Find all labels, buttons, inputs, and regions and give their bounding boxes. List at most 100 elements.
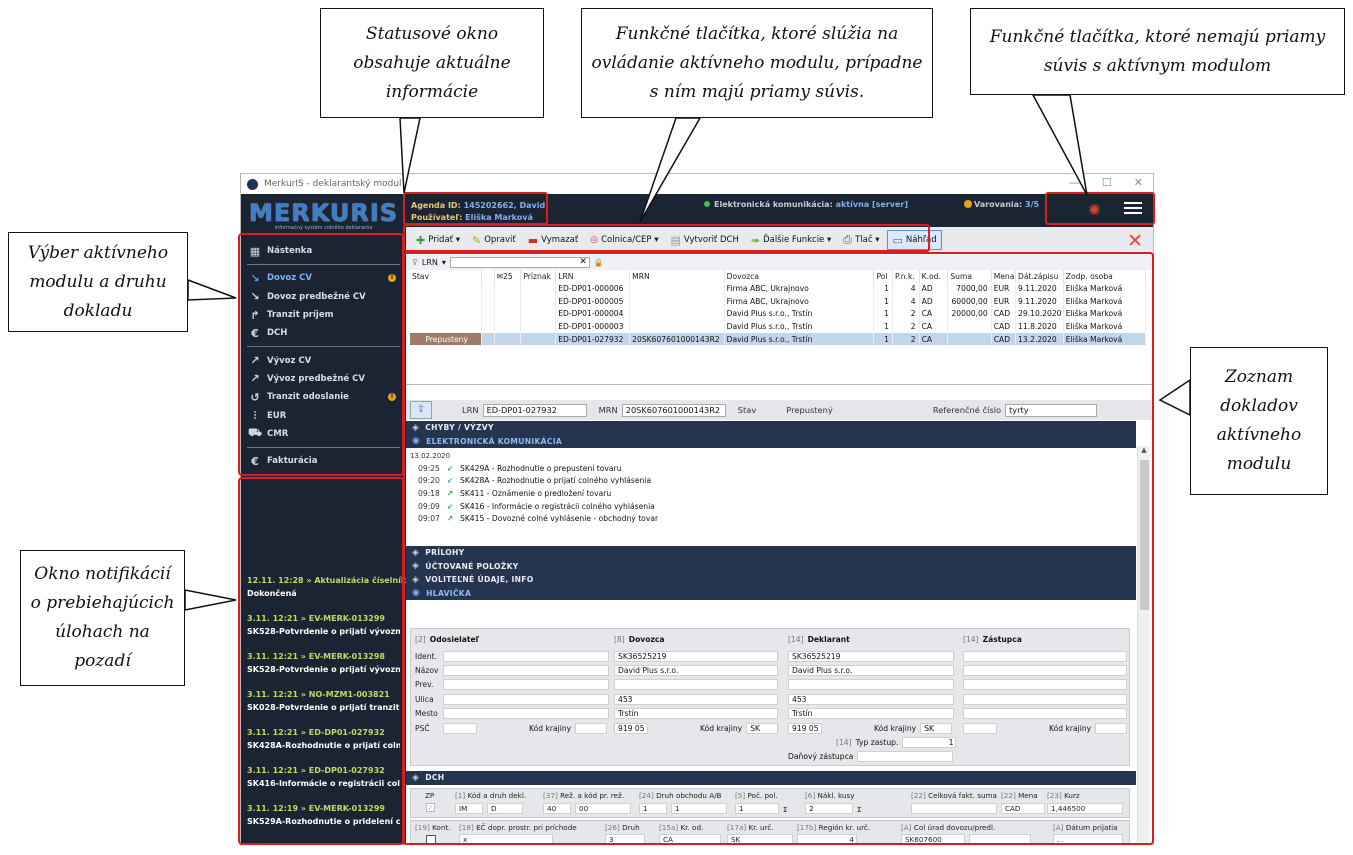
dispatch-country-field[interactable]: CA: [659, 834, 721, 844]
column-header[interactable]: Stav: [410, 270, 483, 282]
column-header[interactable]: [481, 270, 495, 282]
add-button[interactable]: ✚ Pridať ▾: [412, 230, 464, 250]
sender-prev-field[interactable]: [443, 679, 609, 691]
zp-checkbox-icon[interactable]: ✓: [426, 803, 435, 812]
section-items[interactable]: ◈ ÚČTOVANÉ POLOŽKY: [406, 559, 1136, 573]
representation-type-field[interactable]: 1: [902, 737, 957, 749]
importer-prev-field[interactable]: [614, 679, 778, 691]
upload-icon[interactable]: ⇪: [410, 401, 432, 419]
representative-name-field[interactable]: [963, 665, 1127, 677]
column-header[interactable]: LRN: [555, 270, 631, 282]
declarant-city-field[interactable]: Trstín: [788, 708, 954, 720]
declarant-zip-field[interactable]: 919 05: [788, 722, 822, 734]
sidebar-item-eur[interactable]: ⫶ EUR: [241, 406, 406, 424]
print-button[interactable]: ⎙ Tlač ▾: [839, 230, 883, 250]
column-header[interactable]: Zodp. osoba: [1063, 270, 1147, 282]
hamburger-menu-icon[interactable]: [1124, 202, 1142, 217]
table-row[interactable]: ED-DP01-000005 Firma ABC, Ukrajnovo 1 4 AD 60…: [410, 294, 1147, 308]
create-dch-button[interactable]: ▤ Vytvoriť DCH: [666, 230, 742, 250]
destination-region-field[interactable]: 4: [797, 834, 857, 844]
importer-country-field[interactable]: SK: [746, 722, 779, 734]
section-errors[interactable]: ◈ CHYBY / VÝZVY: [406, 421, 1136, 435]
declarant-name-field[interactable]: David Plus s.r.o.: [788, 665, 954, 677]
representative-country-field[interactable]: [1095, 722, 1128, 734]
detail-scrollbar[interactable]: ▲: [1137, 446, 1150, 844]
sidebar-item-dovoz-cv[interactable]: ↘ Dovoz CV!: [241, 269, 406, 287]
list-item[interactable]: 09:25 ↙ SK429A - Rozhodnutie o prepustení …: [412, 462, 1136, 475]
preview-button[interactable]: ▭ Náhľad: [887, 230, 942, 250]
list-item[interactable]: 09:09 ↙ SK416 - Informácie o registrácii c…: [412, 500, 1136, 513]
procedure-code-field[interactable]: 00: [575, 803, 631, 814]
column-header[interactable]: Príznak: [520, 270, 557, 282]
list-item[interactable]: 09:20 ↙ SK428A - Rozhodnutie o prijatí col…: [412, 475, 1136, 488]
maximize-icon[interactable]: ☐: [1102, 176, 1112, 189]
destination-country-field[interactable]: SK: [727, 834, 793, 844]
customs-office-field[interactable]: SK607600: [901, 834, 965, 844]
table-row[interactable]: ED-DP01-000003 David Plus s.r.o., Trstín 1…: [410, 320, 1147, 333]
filter-field-select[interactable]: LRN: [422, 258, 438, 267]
sender-street-field[interactable]: [443, 693, 609, 705]
sender-name-field[interactable]: [443, 665, 609, 677]
acceptance-date-field[interactable]: . .: [1053, 834, 1123, 844]
section-header[interactable]: ◉ HLAVIČKA: [406, 586, 1136, 600]
representative-ident-field[interactable]: [963, 650, 1127, 662]
sender-zip-field[interactable]: [443, 722, 477, 734]
sidebar-item-dch[interactable]: € DCH: [241, 324, 406, 342]
column-header[interactable]: Pol: [873, 270, 893, 282]
table-row[interactable]: ED-DP01-000004 David Plus s.r.o., Trstín 1…: [410, 307, 1147, 321]
sender-country-field[interactable]: [575, 722, 608, 734]
sum-icon[interactable]: Σ: [857, 805, 862, 814]
declarant-country-field[interactable]: SK: [920, 722, 953, 734]
items-count-field[interactable]: 1: [735, 803, 779, 814]
sidebar-item-vyvoz-cv[interactable]: ↗ Vývoz CV: [241, 351, 406, 369]
notification-bell-icon[interactable]: ✺: [1088, 201, 1101, 219]
declaration-kind-field[interactable]: IM: [455, 803, 483, 814]
sidebar-item-cmr[interactable]: ⛟ CMR: [241, 425, 406, 443]
customs-office-name-field[interactable]: [969, 834, 1031, 844]
declarant-ident-field[interactable]: SK36525219: [788, 650, 954, 662]
list-item[interactable]: 09:07 ↗ SK415 - Dovozné colné vyhlásenie -…: [412, 512, 1136, 525]
section-attachments[interactable]: ◈ PRÍLOHY: [406, 546, 1136, 560]
container-checkbox[interactable]: [426, 835, 436, 844]
warnings-status[interactable]: Varovania: 3/5: [964, 200, 1039, 209]
sender-ident-field[interactable]: [443, 650, 609, 662]
column-header[interactable]: ✉25: [494, 270, 522, 282]
edit-button[interactable]: ✎ Opraviť: [468, 230, 520, 250]
importer-ident-field[interactable]: SK36525219: [614, 650, 778, 662]
sidebar-item-tranzit-odoslanie[interactable]: ↺ Tranzit odoslanie!: [241, 388, 406, 406]
tax-representative-field[interactable]: [857, 751, 954, 763]
sidebar-item-dovoz-predbezne[interactable]: ↘ Dovoz predbežné CV: [241, 288, 406, 306]
sender-city-field[interactable]: [443, 708, 609, 720]
procedure-field[interactable]: 40: [543, 803, 571, 814]
trade-type-b-field[interactable]: 1: [671, 803, 727, 814]
representative-street-field[interactable]: [963, 693, 1127, 705]
column-header[interactable]: K.od.: [919, 270, 949, 282]
transport-id-field[interactable]: x: [459, 834, 553, 844]
exchange-rate-field[interactable]: 1,446500: [1047, 803, 1123, 814]
representative-prev-field[interactable]: [963, 679, 1127, 691]
close-window-icon[interactable]: ✕: [1134, 176, 1143, 189]
scrollbar-thumb[interactable]: [1140, 460, 1149, 610]
column-header[interactable]: Dát.zápisu: [1015, 270, 1064, 282]
sidebar-item-nastenka[interactable]: ▦ Nástenka: [241, 242, 406, 260]
column-header[interactable]: P.n.k.: [892, 270, 920, 282]
lock-icon[interactable]: 🔒: [594, 258, 604, 267]
more-functions-button[interactable]: ➠ Ďalšie Funkcie ▾: [747, 230, 835, 250]
sum-icon[interactable]: Σ: [783, 805, 788, 814]
delete-button[interactable]: ▬ Vymazať: [524, 230, 583, 250]
filter-input[interactable]: ✕: [449, 257, 590, 268]
packages-field[interactable]: 2: [805, 803, 853, 814]
column-header[interactable]: Dovozca: [724, 270, 875, 282]
lrn-field[interactable]: ED-DP01-027932: [482, 403, 587, 417]
minimize-icon[interactable]: —: [1069, 176, 1080, 189]
importer-street-field[interactable]: 453: [614, 693, 778, 705]
trade-type-a-field[interactable]: 1: [639, 803, 667, 814]
column-header[interactable]: Mena: [991, 270, 1017, 282]
scroll-up-icon[interactable]: ▲: [1138, 446, 1150, 454]
representative-zip-field[interactable]: [963, 722, 997, 734]
mrn-field[interactable]: 20SK607601000143R2: [621, 403, 726, 417]
section-ek[interactable]: ◉ ELEKTRONICKÁ KOMUNIKÁCIA: [406, 434, 1136, 448]
declarant-prev-field[interactable]: [788, 679, 954, 691]
customs-cep-button[interactable]: ◎ Colnica/CEP ▾: [586, 230, 662, 250]
section-optional[interactable]: ◈ VOLITEĽNÉ ÚDAJE, INFO: [406, 573, 1136, 587]
